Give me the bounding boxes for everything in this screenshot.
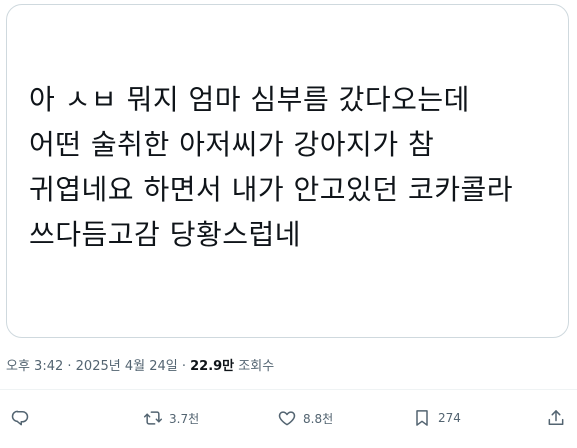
views-label: 조회수 xyxy=(238,359,275,374)
heart-icon xyxy=(278,411,296,426)
retweet-icon xyxy=(143,411,163,425)
tweet-time[interactable]: 오후 3:42 xyxy=(6,359,63,374)
tweet-text-line: 귀엽네요 하면서 내가 안고있던 코카콜라 xyxy=(29,173,514,206)
bookmark-icon xyxy=(416,410,428,426)
meta-separator: · xyxy=(63,359,76,374)
bookmark-count: 274 xyxy=(438,411,461,425)
tweet-text-line: 아 ㅅㅂ 뭐지 엄마 심부름 갔다오는데 xyxy=(29,83,470,116)
tweet-text-line: 어떤 술취한 아저씨가 강아지가 참 xyxy=(29,128,435,161)
retweet-count: 3.7천 xyxy=(169,411,200,426)
bookmark-button[interactable]: 274 xyxy=(412,404,461,432)
views-count: 22.9만 xyxy=(190,359,235,374)
tweet-text-line: 쓰다듬고감 당황스럽네 xyxy=(29,218,302,251)
reply-button[interactable] xyxy=(10,404,36,432)
tweet-meta: 오후 3:42 · 2025년 4월 24일 · 22.9만 조회수 xyxy=(6,355,274,374)
divider xyxy=(0,389,577,390)
tweet-card: 아 ㅅㅂ 뭐지 엄마 심부름 갔다오는데 어떤 술취한 아저씨가 강아지가 참 … xyxy=(6,4,569,338)
share-button[interactable] xyxy=(546,404,572,432)
action-bar: 3.7천 8.8천 274 xyxy=(0,404,577,432)
like-button[interactable]: 8.8천 xyxy=(277,404,333,432)
meta-separator: · xyxy=(177,359,191,374)
tweet-date[interactable]: 2025년 4월 24일 xyxy=(76,359,178,374)
retweet-button[interactable]: 3.7천 xyxy=(143,404,199,432)
like-count: 8.8천 xyxy=(303,411,334,426)
reply-icon xyxy=(11,410,29,426)
tweet-text: 아 ㅅㅂ 뭐지 엄마 심부름 갔다오는데 어떤 술취한 아저씨가 강아지가 참 … xyxy=(29,77,559,257)
share-icon xyxy=(548,410,564,425)
